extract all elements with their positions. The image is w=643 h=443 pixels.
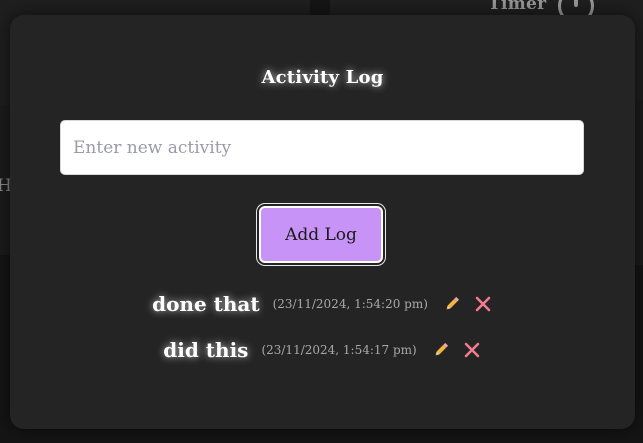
background-timer-label: Timer (488, 0, 547, 14)
log-text: did this (163, 338, 249, 362)
pencil-icon (435, 342, 448, 356)
delete-log-button[interactable] (473, 294, 493, 314)
log-text: done that (152, 292, 260, 316)
edit-log-button[interactable] (431, 340, 451, 360)
close-icon (464, 342, 480, 358)
modal-title: Activity Log (261, 67, 384, 88)
new-activity-input[interactable] (60, 120, 584, 175)
add-log-button[interactable]: Add Log (259, 206, 383, 263)
log-timestamp: (23/11/2024, 1:54:17 pm) (261, 343, 417, 357)
activity-log-modal: Activity Log Add Log done that (23/11/20… (10, 15, 635, 429)
delete-log-button[interactable] (462, 340, 482, 360)
log-item: done that (23/11/2024, 1:54:20 pm) (10, 287, 635, 321)
close-icon (475, 296, 491, 312)
activity-log-list: done that (23/11/2024, 1:54:20 pm) did t… (10, 287, 635, 379)
edit-log-button[interactable] (442, 294, 462, 314)
log-item: did this (23/11/2024, 1:54:17 pm) (10, 333, 635, 367)
log-timestamp: (23/11/2024, 1:54:20 pm) (272, 297, 428, 311)
pencil-icon (446, 296, 459, 310)
